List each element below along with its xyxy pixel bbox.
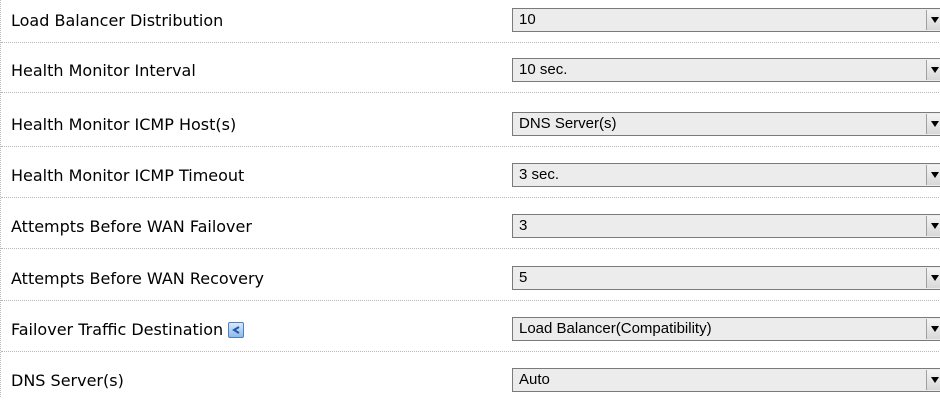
setting-row-failover-traffic-destination: Failover Traffic Destination Load Balanc… — [1, 309, 940, 352]
attempts-before-wan-failover-select[interactable]: 3 — [512, 214, 940, 238]
select-value: 3 sec. — [519, 166, 560, 183]
dns-servers-select[interactable]: Auto — [512, 368, 940, 392]
chevron-down-icon[interactable] — [926, 268, 940, 288]
select-value: 10 — [519, 11, 536, 28]
health-monitor-icmp-hosts-select[interactable]: DNS Server(s) — [512, 112, 940, 136]
setting-label: Attempts Before WAN Failover — [11, 217, 252, 236]
chevron-down-icon[interactable] — [926, 319, 940, 339]
setting-label: Attempts Before WAN Recovery — [11, 269, 265, 288]
chevron-down-icon[interactable] — [926, 370, 940, 390]
setting-label: Failover Traffic Destination — [11, 320, 224, 339]
select-value: Load Balancer(Compatibility) — [519, 320, 712, 337]
health-monitor-icmp-timeout-select[interactable]: 3 sec. — [512, 163, 940, 187]
setting-label: DNS Server(s) — [11, 371, 124, 390]
setting-label: Load Balancer Distribution — [11, 11, 224, 30]
setting-row-load-balancer-distribution: Load Balancer Distribution 10 — [1, 0, 940, 43]
wan-settings-panel: Load Balancer Distribution 10 Health Mon… — [0, 0, 940, 397]
chevron-down-icon[interactable] — [926, 114, 940, 134]
select-value: 10 sec. — [519, 61, 568, 78]
select-value: 5 — [519, 269, 528, 286]
select-value: DNS Server(s) — [519, 115, 617, 132]
chevron-down-icon[interactable] — [926, 216, 940, 236]
select-value: Auto — [519, 371, 550, 388]
help-info-icon[interactable] — [228, 322, 245, 338]
health-monitor-interval-select[interactable]: 10 sec. — [512, 58, 940, 82]
failover-traffic-destination-select[interactable]: Load Balancer(Compatibility) — [512, 317, 940, 341]
load-balancer-distribution-select[interactable]: 10 — [512, 8, 940, 32]
setting-row-attempts-before-wan-failover: Attempts Before WAN Failover 3 — [1, 206, 940, 249]
setting-label: Health Monitor ICMP Host(s) — [11, 115, 237, 134]
setting-row-attempts-before-wan-recovery: Attempts Before WAN Recovery 5 — [1, 258, 940, 301]
setting-row-health-monitor-icmp-hosts: Health Monitor ICMP Host(s) DNS Server(s… — [1, 104, 940, 147]
setting-label: Health Monitor ICMP Timeout — [11, 166, 245, 185]
chevron-down-icon[interactable] — [926, 165, 940, 185]
select-value: 3 — [519, 217, 528, 234]
setting-label-with-help: Failover Traffic Destination — [11, 309, 245, 351]
attempts-before-wan-recovery-select[interactable]: 5 — [512, 266, 940, 290]
setting-row-health-monitor-icmp-timeout: Health Monitor ICMP Timeout 3 sec. — [1, 155, 940, 198]
chevron-down-icon[interactable] — [926, 10, 940, 30]
setting-row-health-monitor-interval: Health Monitor Interval 10 sec. — [1, 50, 940, 93]
setting-label: Health Monitor Interval — [11, 61, 196, 80]
chevron-down-icon[interactable] — [926, 60, 940, 80]
